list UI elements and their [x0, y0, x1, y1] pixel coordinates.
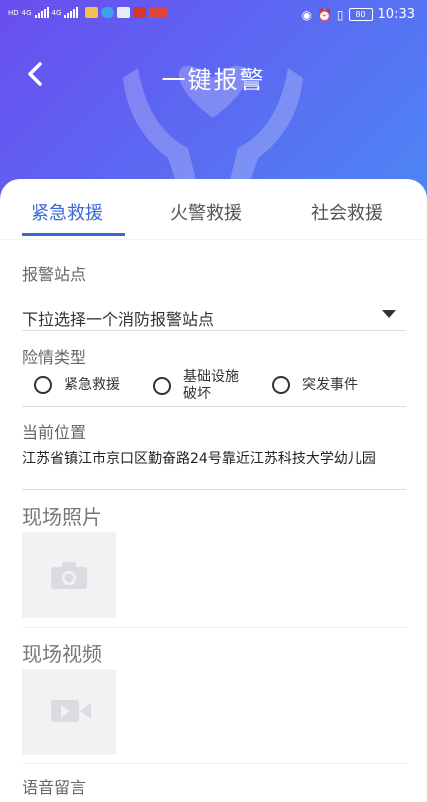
tab-fire[interactable]: 火警救援	[170, 199, 242, 225]
eye-icon: ◉	[301, 7, 312, 22]
tab-divider	[0, 239, 427, 240]
status-right: ◉ ⏰ ▯ 80 10:33	[301, 7, 415, 22]
network-4g-label: 4G	[21, 8, 32, 17]
radio-circle	[272, 376, 290, 394]
battery-icon: 80	[348, 8, 373, 21]
page-title: 一键报警	[161, 66, 266, 94]
radio-incident[interactable]: 突发事件	[272, 376, 358, 394]
tab-social[interactable]: 社会救援	[311, 199, 383, 225]
video-label: 现场视频	[22, 642, 102, 666]
header: HD 4G 4G ◉ ⏰ ▯ 80 10:33 一键报警	[0, 0, 427, 200]
station-label: 报警站点	[22, 265, 87, 284]
danger-type-radio-group: 紧急救援 基础设施 破坏 突发事件	[34, 369, 414, 405]
app-notification-icon	[101, 7, 115, 18]
add-video-button[interactable]	[22, 669, 116, 755]
radio-label: 基础设施 破坏	[183, 369, 239, 403]
radio-label: 突发事件	[302, 376, 358, 393]
video-camera-icon	[51, 700, 91, 722]
alarm-icon: ⏰	[316, 7, 332, 22]
app-notification-icon	[149, 7, 168, 18]
station-select-value: 下拉选择一个消防报警站点	[22, 310, 215, 329]
radio-label-line2: 破坏	[183, 386, 211, 402]
camera-icon	[51, 562, 87, 589]
network-4g-label-2: 4G	[51, 8, 62, 17]
radio-label: 紧急救援	[64, 376, 120, 393]
status-bar: HD 4G 4G ◉ ⏰ ▯ 80 10:33	[0, 0, 427, 30]
danger-type-label: 险情类型	[22, 348, 87, 367]
status-left: HD 4G 4G	[8, 7, 168, 18]
divider	[22, 627, 406, 628]
divider	[22, 489, 406, 490]
location-label: 当前位置	[22, 423, 87, 442]
radio-emergency[interactable]: 紧急救援	[34, 376, 120, 394]
hands-heart-icon	[123, 65, 303, 188]
app-notification-icon	[85, 7, 99, 18]
radio-label-line1: 基础设施	[183, 369, 239, 385]
voice-label: 语音留言	[22, 778, 87, 797]
form-card: 紧急救援 火警救援 社会救援 报警站点 下拉选择一个消防报警站点 险情类型 紧急…	[0, 179, 427, 802]
station-select[interactable]: 下拉选择一个消防报警站点	[22, 298, 406, 331]
tab-bar: 紧急救援 火警救援 社会救援	[0, 179, 427, 240]
vibrate-icon: ▯	[336, 7, 344, 22]
location-value: 江苏省镇江市京口区勤奋路24号靠近江苏科技大学幼儿园	[22, 451, 376, 467]
divider	[22, 406, 406, 407]
radio-circle	[34, 376, 52, 394]
status-time: 10:33	[377, 7, 415, 22]
app-notification-icon	[133, 7, 147, 18]
signal-icon	[34, 7, 49, 18]
hd-badge: HD	[8, 8, 19, 17]
radio-infrastructure[interactable]: 基础设施 破坏	[153, 369, 239, 403]
photo-label: 现场照片	[22, 505, 102, 529]
signal-icon-2	[64, 7, 79, 18]
tab-emergency[interactable]: 紧急救援	[31, 199, 103, 225]
radio-circle	[153, 377, 171, 395]
add-photo-button[interactable]	[22, 532, 116, 618]
divider	[22, 763, 406, 764]
active-tab-indicator	[22, 233, 125, 236]
app-notification-icon	[117, 7, 131, 18]
caret-down-icon	[382, 310, 396, 318]
